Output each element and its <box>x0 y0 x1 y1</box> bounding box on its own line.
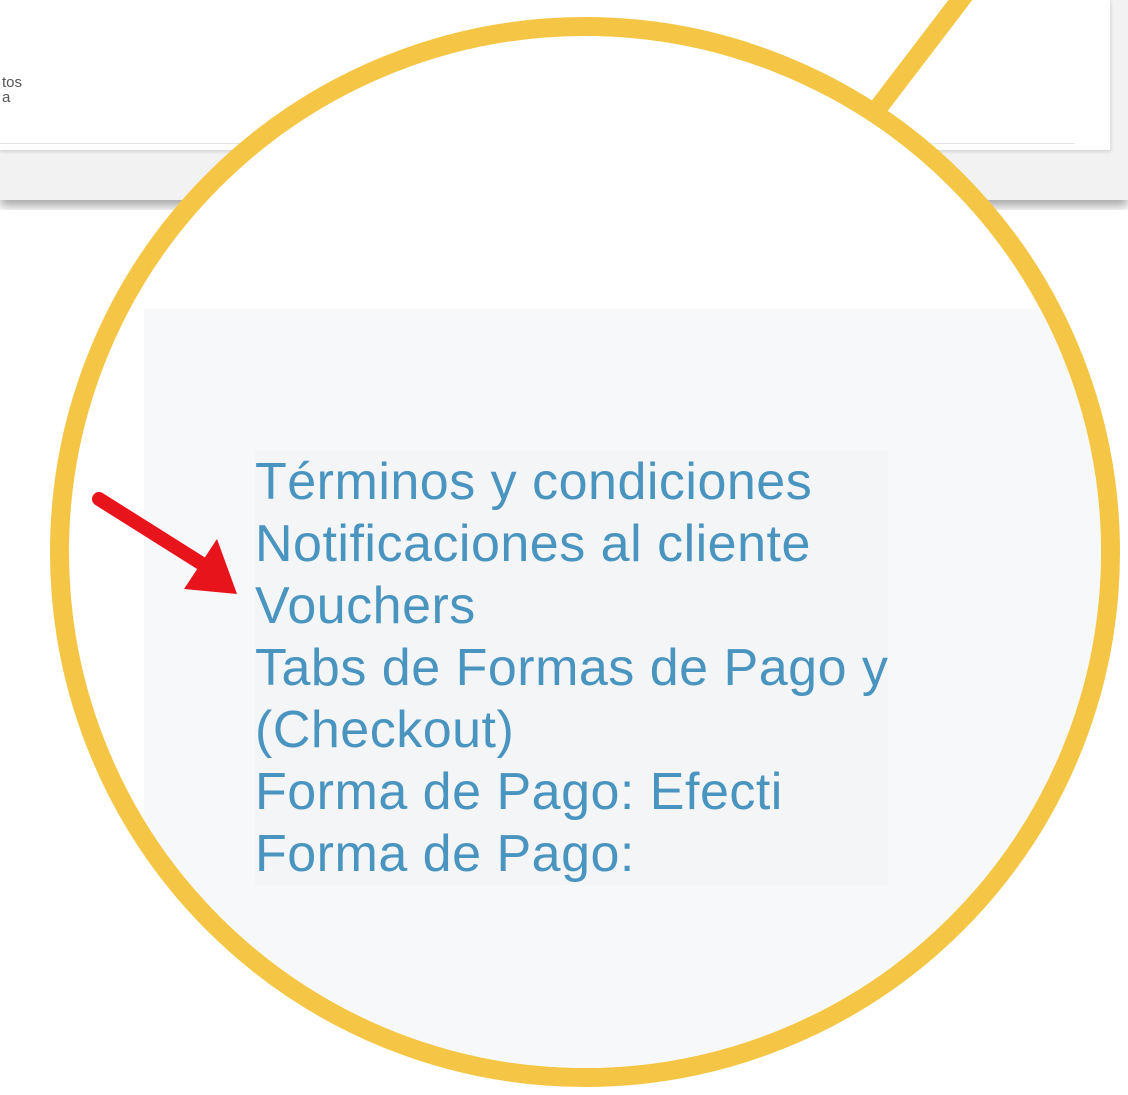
magnifier-lens: Términos y condiciones Notificaciones al… <box>50 17 1120 1087</box>
sidebar-item-label[interactable]: Términos y condiciones <box>255 453 812 511</box>
sidebar-menu: Términos y condiciones Notificaciones al… <box>255 451 889 885</box>
sidebar-item-label[interactable]: Forma de Pago: Efecti <box>255 763 783 821</box>
sidebar-item-checkout[interactable]: (Checkout) <box>255 699 888 761</box>
sidebar-item-notificaciones[interactable]: Notificaciones al cliente <box>255 513 888 575</box>
sidebar-item-label[interactable]: Vouchers <box>255 577 476 635</box>
sidebar-item-tabs-formas-pago[interactable]: Tabs de Formas de Pago y <box>255 637 888 699</box>
sidebar-item-vouchers[interactable]: Vouchers <box>255 575 888 637</box>
sidebar-item-label[interactable]: Notificaciones al cliente <box>255 515 811 573</box>
sidebar-item-forma-pago[interactable]: Forma de Pago: <box>255 823 888 885</box>
magnified-content: Términos y condiciones Notificaciones al… <box>69 36 1101 1068</box>
sidebar-item-terminos[interactable]: Términos y condiciones <box>255 451 888 513</box>
sidebar-item-label[interactable]: (Checkout) <box>255 701 514 759</box>
sidebar-item-label[interactable]: Tabs de Formas de Pago y <box>255 639 888 697</box>
red-arrow-icon <box>92 492 237 594</box>
sidebar-item-forma-pago-efectivo[interactable]: Forma de Pago: Efecti <box>255 761 888 823</box>
sidebar-item-label[interactable]: Forma de Pago: <box>255 825 635 883</box>
